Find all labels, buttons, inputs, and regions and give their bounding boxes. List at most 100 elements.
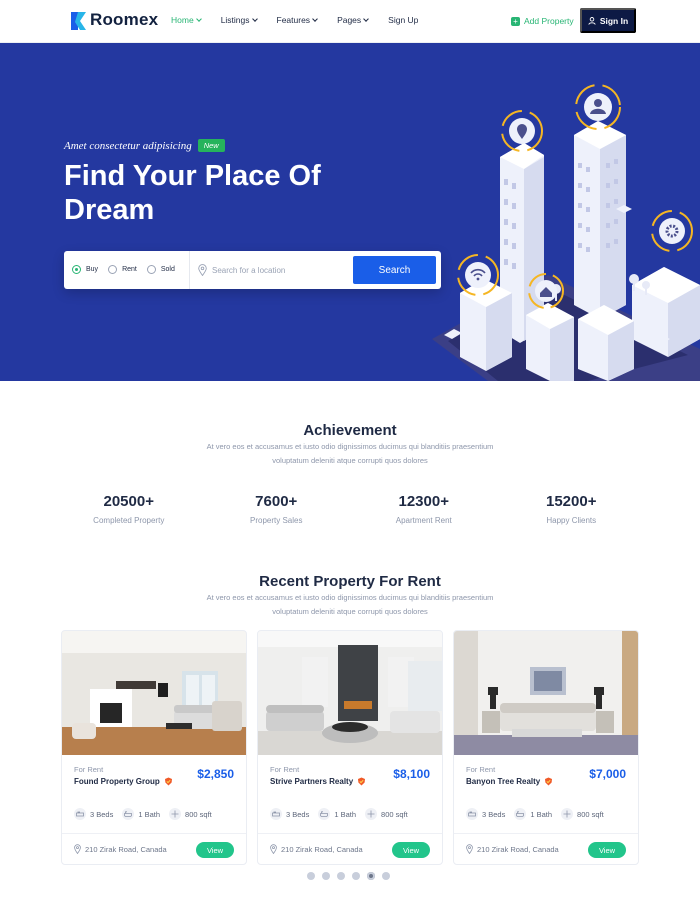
menu-label: Home <box>171 15 194 25</box>
plus-icon: + <box>511 16 520 26</box>
stat-label: Completed Property <box>93 516 165 525</box>
view-button[interactable]: View <box>392 842 430 858</box>
area-feature: 800 sqft <box>365 808 408 820</box>
radio-button-checked[interactable] <box>72 265 81 274</box>
main-menu: Home Listings Features Pages Sign Up <box>171 15 438 25</box>
menu-item-pages[interactable]: Pages <box>337 15 370 25</box>
bath-feature: 1 Bath <box>318 808 356 820</box>
listing-type: For Rent <box>466 765 496 774</box>
top-navbar: Roomex Home Listings Features Pages Sign… <box>0 0 700 43</box>
logo-icon <box>71 12 86 30</box>
pagination-dot[interactable] <box>322 872 330 880</box>
radio-rent[interactable]: Rent <box>108 265 137 274</box>
address-text: 210 Zirak Road, Canada <box>281 844 363 854</box>
property-card[interactable]: For Rent Strive Partners Realty $8,100 3… <box>257 630 443 865</box>
property-name[interactable]: Found Property Group <box>74 777 173 786</box>
menu-item-listings[interactable]: Listings <box>220 15 258 25</box>
pagination-dot[interactable] <box>337 872 345 880</box>
area-feature: 800 sqft <box>169 808 212 820</box>
add-property-link[interactable]: + Add Property <box>511 16 574 26</box>
property-name-text: Strive Partners Realty <box>270 777 354 786</box>
divider <box>258 833 442 834</box>
area-text: 800 sqft <box>381 809 408 819</box>
menu-item-features[interactable]: Features <box>277 15 318 25</box>
property-photo[interactable] <box>258 631 443 755</box>
stat-label: Property Sales <box>250 516 303 525</box>
property-name[interactable]: Strive Partners Realty <box>270 777 366 786</box>
property-price: $7,000 <box>589 767 626 781</box>
chevron-down-icon <box>195 15 202 22</box>
stat-item: 15200+ Happy Clients <box>498 493 646 525</box>
beds-feature: 3 Beds <box>466 808 505 820</box>
area-text: 800 sqft <box>185 809 212 819</box>
beds-text: 3 Beds <box>286 809 310 819</box>
property-price: $2,850 <box>197 767 234 781</box>
logo[interactable]: Roomex <box>71 10 158 30</box>
bath-text: 1 Bath <box>334 809 357 819</box>
menu-label: Sign Up <box>388 15 419 25</box>
divider <box>454 833 638 834</box>
property-features: 3 Beds 1 Bath 800 sqft <box>466 808 613 820</box>
area-icon <box>561 808 574 820</box>
radio-buy[interactable]: Buy <box>72 265 98 274</box>
search-button[interactable]: Search <box>353 256 436 284</box>
property-search-bar: Buy Rent Sold Search <box>64 251 441 289</box>
stat-label: Apartment Rent <box>395 516 452 525</box>
property-name-text: Banyon Tree Realty <box>466 777 541 786</box>
location-pin-icon <box>74 844 81 854</box>
pagination-dot[interactable] <box>382 872 390 880</box>
stat-value: 20500+ <box>103 493 154 510</box>
stat-item: 12300+ Apartment Rent <box>350 493 498 525</box>
bath-icon <box>514 808 527 820</box>
stat-item: 20500+ Completed Property <box>55 493 203 525</box>
property-photo[interactable] <box>62 631 247 755</box>
menu-item-home[interactable]: Home <box>171 15 202 25</box>
menu-item-signup[interactable]: Sign Up <box>388 15 418 25</box>
bed-icon <box>74 808 86 820</box>
area-icon <box>365 808 378 820</box>
hero-subtitle-text: Amet consectetur adipisicing <box>64 139 192 152</box>
brand-name: Roomex <box>90 10 159 29</box>
beds-feature: 3 Beds <box>74 808 113 820</box>
recent-property-title: Recent Property For Rent <box>259 573 441 590</box>
radio-sold[interactable]: Sold <box>146 265 175 274</box>
location-search-input[interactable] <box>212 261 347 279</box>
property-card-list: For Rent Found Property Group $2,850 3 B… <box>61 630 639 865</box>
property-features: 3 Beds 1 Bath 800 sqft <box>74 808 221 820</box>
hero-title: Find Your Place Of Dream <box>64 160 321 226</box>
beds-feature: 3 Beds <box>270 808 309 820</box>
pagination-dot-active[interactable] <box>367 872 375 880</box>
verified-badge-icon <box>358 777 366 786</box>
pagination-dot[interactable] <box>352 872 360 880</box>
beds-text: 3 Beds <box>482 809 506 819</box>
bath-icon <box>122 808 135 820</box>
location-pin-icon <box>270 844 277 854</box>
sign-in-label: Sign In <box>599 15 629 26</box>
divider <box>62 833 246 834</box>
beds-text: 3 Beds <box>90 809 114 819</box>
address-text: 210 Zirak Road, Canada <box>85 844 167 854</box>
pagination-dot[interactable] <box>307 872 315 880</box>
radio-label: Buy <box>86 266 99 273</box>
property-photo[interactable] <box>454 631 639 755</box>
menu-label: Listings <box>220 15 250 25</box>
sign-in-button[interactable]: Sign In <box>580 8 636 33</box>
achievement-description: At vero eos et accusamus et iusto odio d… <box>206 442 494 465</box>
property-name[interactable]: Banyon Tree Realty <box>466 777 553 786</box>
area-icon <box>169 808 182 820</box>
radio-label: Rent <box>122 266 137 273</box>
property-price: $8,100 <box>393 767 430 781</box>
chevron-down-icon <box>312 15 318 22</box>
menu-label: Pages <box>337 15 362 25</box>
radio-button[interactable] <box>146 265 156 274</box>
divider <box>189 251 190 289</box>
chevron-down-icon <box>363 15 370 22</box>
new-badge: New <box>197 139 225 152</box>
radio-label: Sold <box>160 266 175 273</box>
hero-banner: Amet consectetur adipisicing New Find Yo… <box>0 43 700 381</box>
radio-button[interactable] <box>108 265 118 274</box>
property-card[interactable]: For Rent Found Property Group $2,850 3 B… <box>61 630 247 865</box>
property-card[interactable]: For Rent Banyon Tree Realty $7,000 3 Bed… <box>453 630 639 865</box>
view-button[interactable]: View <box>196 842 234 858</box>
view-button[interactable]: View <box>588 842 626 858</box>
